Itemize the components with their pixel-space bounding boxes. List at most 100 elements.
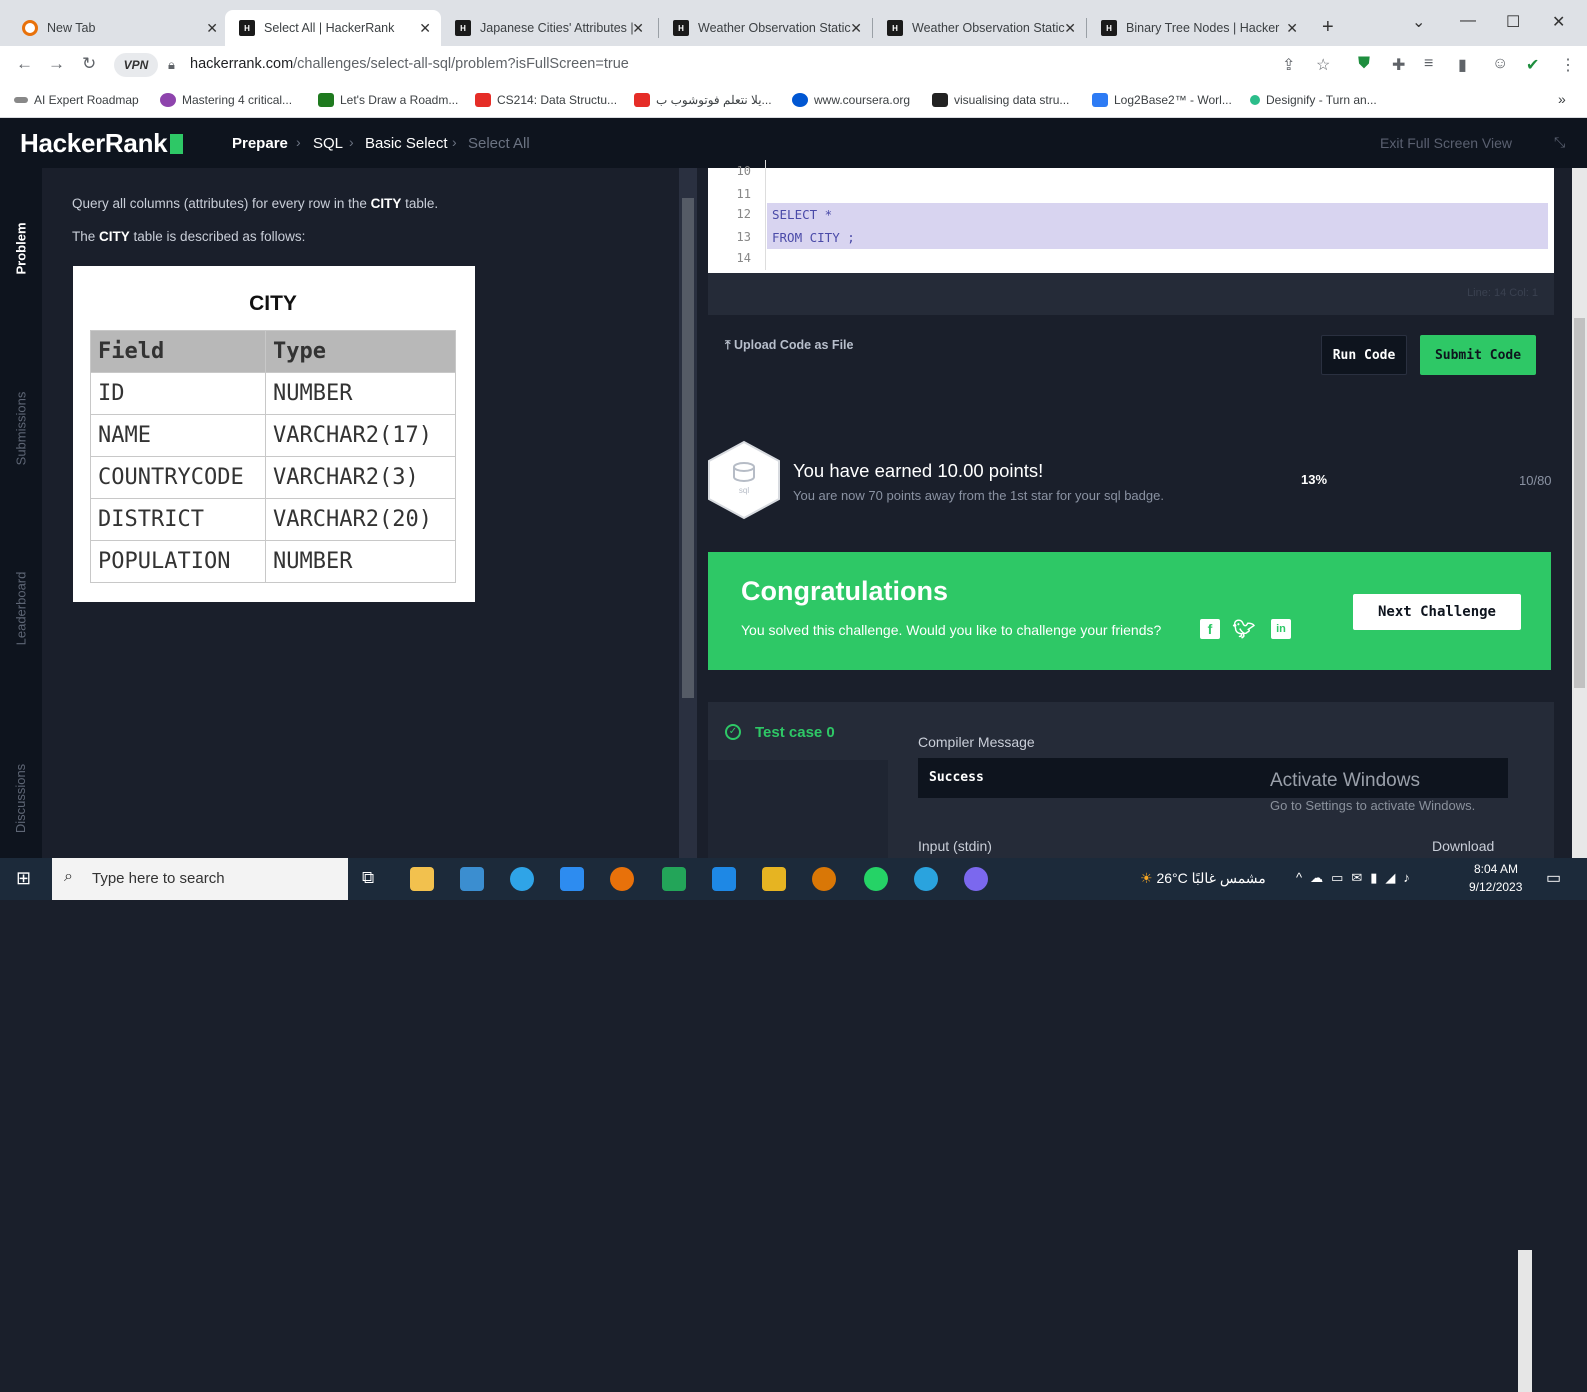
cursor-position: Line: 14 Col: 1 xyxy=(1467,287,1538,299)
new-tab-plus-icon[interactable]: + xyxy=(1322,16,1334,39)
hackerrank-logo[interactable]: HackerRank xyxy=(20,128,184,159)
tab-binary-tree-nodes[interactable]: H Binary Tree Nodes | Hacker ✕ xyxy=(1087,10,1308,46)
bookmark-item[interactable]: Mastering 4 critical... xyxy=(160,93,292,107)
download-link[interactable]: Download xyxy=(1432,838,1494,854)
column-header: Field xyxy=(90,330,266,373)
linkedin-icon[interactable]: in xyxy=(1271,619,1291,639)
bookmark-item[interactable]: Let's Draw a Roadm... xyxy=(318,93,458,107)
bookmark-item[interactable]: Designify - Turn an... xyxy=(1250,93,1377,107)
results-scrollbar[interactable] xyxy=(1518,1250,1532,1392)
tab-select-all[interactable]: H Select All | HackerRank ✕ xyxy=(225,10,441,46)
close-tab-icon[interactable]: ✕ xyxy=(206,20,218,37)
windows-start-icon[interactable]: ⊞ xyxy=(16,868,31,889)
close-tab-icon[interactable]: ✕ xyxy=(1064,20,1076,37)
system-tray-icons[interactable]: ^☁▭✉▮◢♪ xyxy=(1296,870,1418,886)
telegram-icon[interactable] xyxy=(914,867,938,891)
stdin-label: Input (stdin) xyxy=(918,838,992,854)
minimize-icon[interactable]: — xyxy=(1460,12,1476,30)
code-line[interactable] xyxy=(767,247,1548,270)
taskbar-search[interactable]: ⌕ Type here to search xyxy=(52,858,348,900)
bookmark-item[interactable]: Log2Base2™ - Worl... xyxy=(1092,93,1232,107)
close-tab-icon[interactable]: ✕ xyxy=(419,20,431,37)
chrome-icon[interactable] xyxy=(610,867,634,891)
mail-icon[interactable] xyxy=(460,867,484,891)
tab-weather-observation-1[interactable]: H Weather Observation Static ✕ xyxy=(659,10,872,46)
whatsapp-icon[interactable] xyxy=(864,867,888,891)
more-menu-icon[interactable]: ⋮ xyxy=(1560,55,1576,75)
compiler-message-label: Compiler Message xyxy=(918,734,1035,750)
table-row: POPULATION NUMBER xyxy=(90,540,456,583)
maximize-icon[interactable]: ☐ xyxy=(1506,12,1520,32)
breadcrumb-sql[interactable]: SQL xyxy=(313,135,343,152)
bookmark-item[interactable]: visualising data stru... xyxy=(932,93,1069,107)
clock-date[interactable]: 9/12/2023 xyxy=(1469,880,1522,894)
scrollbar-thumb[interactable] xyxy=(1574,318,1585,688)
lock-icon[interactable]: 🔒︎ xyxy=(168,57,175,73)
breadcrumb-select-all: Select All xyxy=(468,135,530,152)
file-explorer-icon[interactable] xyxy=(410,867,434,891)
exit-full-screen-link[interactable]: Exit Full Screen View xyxy=(1380,135,1512,151)
side-panel-icon[interactable]: ▮ xyxy=(1458,55,1467,75)
scrollbar-thumb[interactable] xyxy=(682,198,694,698)
sync-app-icon[interactable] xyxy=(812,867,836,891)
store-icon[interactable] xyxy=(560,867,584,891)
extensions-puzzle-icon[interactable]: ✚ xyxy=(1392,55,1405,75)
code-line[interactable]: SELECT * xyxy=(767,203,1548,226)
close-window-icon[interactable]: ✕ xyxy=(1552,12,1565,32)
code-editor[interactable]: 10 11 12 SELECT * 13 FROM CITY ; 14 xyxy=(708,160,1554,273)
tab-japanese-cities[interactable]: H Japanese Cities' Attributes | ✕ xyxy=(441,10,654,46)
chrome-profile-icon[interactable] xyxy=(964,867,988,891)
next-challenge-button[interactable]: Next Challenge xyxy=(1353,594,1521,630)
share-icon[interactable]: ⇪ xyxy=(1282,55,1295,75)
run-code-button[interactable]: Run Code xyxy=(1321,335,1407,375)
edge-icon[interactable] xyxy=(510,867,534,891)
bookmark-item[interactable]: AI Expert Roadmap xyxy=(14,93,139,107)
forward-arrow-icon[interactable]: → xyxy=(48,54,65,74)
bookmark-star-icon[interactable]: ☆ xyxy=(1316,55,1330,75)
facebook-icon[interactable]: f xyxy=(1200,619,1220,639)
sidenav-tab-leaderboard[interactable]: Leaderboard xyxy=(0,518,42,698)
bookmark-item[interactable]: يلا نتعلم فوتوشوب ب... xyxy=(634,93,772,107)
code-line[interactable] xyxy=(767,160,1548,183)
address-bar[interactable]: hackerrank.com/challenges/select-all-sql… xyxy=(190,56,629,72)
visual-studio-icon[interactable] xyxy=(662,867,686,891)
sidenav-tab-problem[interactable]: Problem xyxy=(0,168,42,328)
code-line[interactable]: FROM CITY ; xyxy=(767,226,1548,249)
close-tab-icon[interactable]: ✕ xyxy=(850,20,862,37)
breadcrumb-basic-select[interactable]: Basic Select xyxy=(365,135,448,152)
tab-weather-observation-2[interactable]: H Weather Observation Static ✕ xyxy=(873,10,1086,46)
tab-new-tab[interactable]: New Tab ✕ xyxy=(8,10,228,46)
bookmark-item[interactable]: www.coursera.org xyxy=(792,93,910,107)
clock-time[interactable]: 8:04 AM xyxy=(1474,862,1518,876)
side-nav: Problem Submissions Leaderboard Discussi… xyxy=(0,168,42,858)
sidenav-tab-submissions[interactable]: Submissions xyxy=(0,338,42,518)
testcase-0-tab[interactable]: ✓ Test case 0 xyxy=(708,702,888,760)
folder-app-icon[interactable] xyxy=(762,867,786,891)
submit-code-button[interactable]: Submit Code xyxy=(1420,335,1536,375)
more-bookmarks-chevron-icon[interactable]: » xyxy=(1558,91,1566,107)
profile-icon[interactable]: ☺ xyxy=(1492,55,1508,73)
close-tab-icon[interactable]: ✕ xyxy=(1286,20,1298,37)
congratulations-message: You solved this challenge. Would you lik… xyxy=(741,622,1162,638)
close-tab-icon[interactable]: ✕ xyxy=(632,20,644,37)
task-view-icon[interactable]: ⧉ xyxy=(362,868,374,888)
reload-icon[interactable]: ↻ xyxy=(82,54,96,74)
breadcrumb-prepare[interactable]: Prepare xyxy=(232,135,288,152)
vpn-badge[interactable]: VPN xyxy=(114,53,158,77)
problem-scrollbar[interactable] xyxy=(679,168,697,858)
reading-list-icon[interactable]: ≡ xyxy=(1424,55,1433,73)
twitter-icon[interactable]: 🐦︎ xyxy=(1233,619,1256,639)
page-scrollbar[interactable] xyxy=(1572,168,1587,858)
back-arrow-icon[interactable]: ← xyxy=(16,54,33,74)
tab-search-chevron-icon[interactable]: ⌄ xyxy=(1412,12,1425,32)
upload-code-link[interactable]: ⤒ Upload Code as File xyxy=(725,338,853,353)
field-cell: DISTRICT xyxy=(90,498,266,541)
vscode-icon[interactable] xyxy=(712,867,736,891)
bookmark-item[interactable]: CS214: Data Structu... xyxy=(475,93,617,107)
extension-shield-icon[interactable]: ⛊ xyxy=(1358,55,1370,73)
table-row: COUNTRYCODE VARCHAR2(3) xyxy=(90,456,456,499)
notification-icon[interactable]: ▭ xyxy=(1546,868,1561,888)
security-extension-icon[interactable]: ✔ xyxy=(1526,55,1539,75)
weather-widget[interactable]: ☀ 26°C مشمس غالبًا xyxy=(1140,870,1266,887)
collapse-icon[interactable]: ⤡ xyxy=(1554,134,1565,151)
